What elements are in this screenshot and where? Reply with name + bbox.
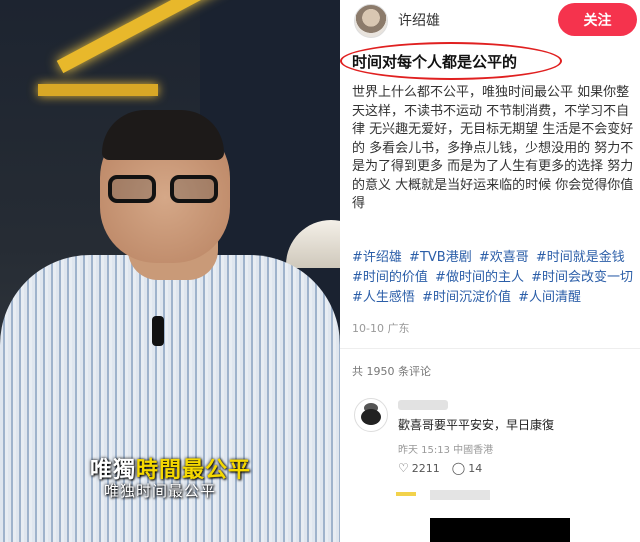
post-date-location: 10-10 广东 xyxy=(352,322,410,335)
divider xyxy=(340,348,640,349)
comment-count: 共 1950 条评论 xyxy=(352,365,431,378)
author-avatar[interactable] xyxy=(354,4,388,38)
hashtag[interactable]: #做时间的主人 xyxy=(435,270,524,285)
hashtag-list: #许绍雄 #TVB港剧 #欢喜哥 #时间就是金钱 #时间的价值 #做时间的主人 … xyxy=(352,248,638,308)
hashtag[interactable]: #时间就是金钱 xyxy=(536,250,625,265)
hashtag[interactable]: #时间会改变一切 xyxy=(531,270,633,285)
commenter-avatar[interactable] xyxy=(354,398,388,432)
redacted-bar xyxy=(430,518,570,542)
hashtag[interactable]: #人间清醒 xyxy=(518,290,581,305)
follow-button[interactable]: 关注 xyxy=(558,3,637,36)
ceiling-light-lower xyxy=(38,84,158,96)
author-name[interactable]: 许绍雄 xyxy=(398,10,440,30)
post-panel: 许绍雄 关注 时间对每个人都是公平的 世界上什么都不公平，唯独时间最公平 如果你… xyxy=(340,0,640,542)
post-title: 时间对每个人都是公平的 xyxy=(352,53,518,71)
hashtag[interactable]: #时间的价值 xyxy=(352,270,428,285)
comment-like[interactable]: ♡ 2211 xyxy=(398,461,440,475)
next-commenter-name-blurred xyxy=(430,490,490,500)
hashtag[interactable]: #许绍雄 xyxy=(352,250,402,265)
post-body: 世界上什么都不公平，唯独时间最公平 如果你整天这样，不读书不运动 不节制消费，不… xyxy=(352,85,634,211)
chat-bubble-icon: ◯ xyxy=(451,461,466,475)
video-frame[interactable]: 唯獨時間最公平 唯独时间最公平 xyxy=(0,0,340,542)
hashtag[interactable]: #人生感悟 xyxy=(352,290,415,305)
person-hair xyxy=(102,110,224,160)
hashtag[interactable]: #欢喜哥 xyxy=(479,250,529,265)
hashtag[interactable]: #时间沉淀价值 xyxy=(422,290,511,305)
comment-text: 歡喜哥要平平安安，早日康復 xyxy=(398,418,555,432)
next-commenter-avatar[interactable] xyxy=(396,492,416,496)
commenter-name-blurred xyxy=(398,400,448,410)
comment-reply[interactable]: ◯ 14 xyxy=(452,461,482,475)
comment-meta: 昨天 15:13 中國香港 xyxy=(398,445,494,456)
comment-actions: ♡ 2211 ◯ 14 xyxy=(398,461,482,475)
lapel-microphone xyxy=(152,316,164,346)
glasses xyxy=(104,175,222,205)
video-subtitle-secondary: 唯独时间最公平 xyxy=(104,482,217,500)
hashtag[interactable]: #TVB港剧 xyxy=(409,250,472,265)
heart-icon: ♡ xyxy=(398,461,409,475)
